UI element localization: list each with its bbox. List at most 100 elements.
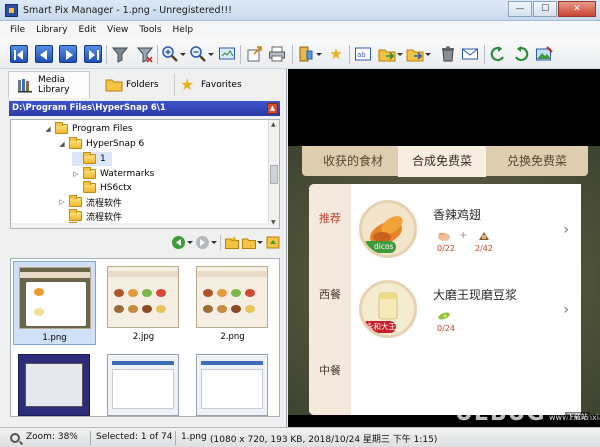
tree-expander-icon[interactable]: ▷ — [72, 170, 80, 178]
thumbnail-grid[interactable]: 1.png 2.jpg 2.png — [10, 258, 280, 417]
tab-media-library[interactable]: Media Library — [8, 71, 90, 98]
tab-favorites-label: Favorites — [201, 79, 242, 90]
back-dropdown-icon[interactable] — [187, 241, 193, 244]
new-folder-icon[interactable] — [225, 236, 239, 249]
thumbnail-item[interactable]: 2.png — [191, 261, 274, 345]
thumbnail-item[interactable]: 2.jpg — [102, 261, 185, 345]
forward-icon[interactable] — [196, 236, 209, 249]
tree-item[interactable]: ◢ Program Files — [44, 122, 133, 136]
move-to-folder-icon[interactable] — [378, 45, 396, 63]
menu-help[interactable]: Help — [173, 25, 194, 35]
caption-icon[interactable]: ab — [354, 45, 372, 63]
thumbnail-image — [196, 266, 268, 328]
favorite-star-icon[interactable]: ★ — [327, 45, 345, 63]
copy-to-folder-icon[interactable] — [406, 45, 424, 63]
folder-view-dropdown-icon[interactable] — [257, 241, 263, 244]
tag-dropdown-icon[interactable] — [316, 53, 322, 56]
thumbnail-image — [107, 266, 179, 328]
forward-dropdown-icon[interactable] — [211, 241, 217, 244]
tag-icon[interactable] — [297, 45, 315, 63]
tab-folders[interactable]: Folders — [105, 71, 171, 98]
tree-item-selected[interactable]: 1 — [72, 152, 112, 166]
thumbnail-label: 2.png — [220, 332, 245, 342]
thumbnail-item[interactable] — [191, 349, 274, 416]
tree-expander-icon[interactable]: ◢ — [44, 125, 52, 133]
copy-dropdown-icon[interactable] — [425, 53, 431, 56]
thumbnail-item[interactable]: 1.png — [13, 261, 96, 345]
folder-view-icon[interactable] — [242, 236, 256, 249]
filter-icon[interactable] — [111, 45, 129, 63]
tree-vertical-scrollbar[interactable]: ▲ ▼ — [268, 120, 279, 228]
window-title: Smart Pix Manager - 1.png - Unregistered… — [23, 5, 232, 16]
rotate-left-icon[interactable] — [489, 45, 507, 63]
menu-tools[interactable]: Tools — [139, 25, 161, 35]
zoom-out-icon[interactable] — [189, 45, 207, 63]
maximize-button[interactable]: ☐ — [533, 1, 557, 17]
zoom-out-dropdown-icon[interactable] — [208, 53, 214, 56]
toolbar-separator — [220, 235, 221, 250]
minimize-button[interactable]: — — [508, 1, 532, 17]
collapse-path-button[interactable]: ▲ — [267, 103, 278, 114]
title-bar: Smart Pix Manager - 1.png - Unregistered… — [0, 0, 600, 21]
tree-item[interactable]: ▷ 流程软件 — [58, 195, 122, 209]
first-image-button[interactable] — [10, 45, 28, 63]
left-panel: Media Library Folders ★ Favorites D:\Pro… — [0, 69, 287, 427]
last-image-button[interactable] — [84, 45, 102, 63]
export-icon[interactable] — [246, 45, 264, 63]
preview-tab: 兑换免费菜 — [506, 154, 567, 168]
next-image-button[interactable] — [59, 45, 77, 63]
star-icon: ★ — [180, 75, 195, 94]
move-dropdown-icon[interactable] — [397, 53, 403, 56]
refresh-folder-icon[interactable] — [266, 236, 280, 249]
tree-item[interactable]: HS6ctx — [72, 181, 132, 195]
preview-categories: 推荐 西餐 中餐 — [309, 184, 351, 415]
svg-text:ab: ab — [357, 51, 366, 59]
image-edit-icon[interactable] — [535, 45, 553, 63]
tree-item-label: HyperSnap 6 — [86, 139, 145, 149]
zoom-in-dropdown-icon[interactable] — [180, 53, 186, 56]
back-icon[interactable] — [172, 236, 185, 249]
email-icon[interactable] — [461, 45, 479, 63]
tree-item-label: Program Files — [72, 124, 133, 134]
soy-milk-icon: 永和大王 — [359, 280, 417, 338]
folder-icon — [69, 209, 82, 221]
filter-clear-icon[interactable] — [136, 45, 154, 63]
tree-item[interactable]: ▷ Watermarks — [72, 167, 154, 181]
rotate-right-icon[interactable] — [512, 45, 530, 63]
scrollbar-thumb[interactable] — [270, 165, 278, 184]
tree-item-label: 流程软件 — [86, 198, 123, 209]
thumbnail-image — [19, 267, 91, 329]
toolbar-separator — [157, 45, 158, 64]
folder-tree[interactable]: ◢ Program Files ◢ HyperSnap 6 1 ▷ Waterm… — [10, 119, 280, 229]
thumbnail-item[interactable] — [13, 349, 96, 416]
media-library-icon — [17, 78, 33, 93]
menu-library[interactable]: Library — [36, 25, 67, 35]
status-separator — [90, 431, 91, 445]
zoom-in-icon[interactable] — [161, 45, 179, 63]
tree-item-label: 1 — [100, 154, 106, 164]
scroll-up-icon[interactable]: ▲ — [271, 121, 276, 128]
tree-horizontal-scrollbar[interactable] — [11, 223, 269, 228]
close-button[interactable]: ✕ — [558, 1, 596, 17]
print-icon[interactable] — [268, 45, 286, 63]
status-file-name: 1.png — [181, 432, 207, 442]
thumbnail-item[interactable] — [102, 349, 185, 416]
menu-file[interactable]: File — [10, 25, 25, 35]
delete-icon[interactable] — [439, 45, 457, 63]
fit-window-icon[interactable] — [218, 45, 236, 63]
tree-item[interactable]: 流程软件 — [58, 209, 122, 223]
image-preview[interactable]: 收获的食材 合成免费菜 兑换免费菜 推荐 西餐 中餐 dicos 香辣鸡翅 0/… — [288, 69, 600, 427]
tree-expander-icon[interactable]: ◢ — [58, 140, 66, 148]
tree-item[interactable]: ◢ HyperSnap 6 — [58, 137, 144, 151]
status-bar: Zoom: 38% Selected: 1 of 74 1.png (1080 … — [0, 427, 600, 447]
chicken-wings-icon: dicos — [359, 200, 417, 258]
tree-expander-icon[interactable]: ▷ — [58, 198, 66, 206]
menu-edit[interactable]: Edit — [79, 25, 96, 35]
menu-view[interactable]: View — [107, 25, 128, 35]
toolbar: ★ ab — [0, 39, 600, 69]
tab-favorites[interactable]: ★ Favorites — [180, 71, 260, 98]
thumbnail-image — [196, 354, 268, 416]
current-path-bar: D:\Program Files\HyperSnap 6\1 ▲ — [9, 101, 280, 116]
previous-image-button[interactable] — [35, 45, 53, 63]
scroll-down-icon[interactable]: ▼ — [271, 219, 276, 226]
